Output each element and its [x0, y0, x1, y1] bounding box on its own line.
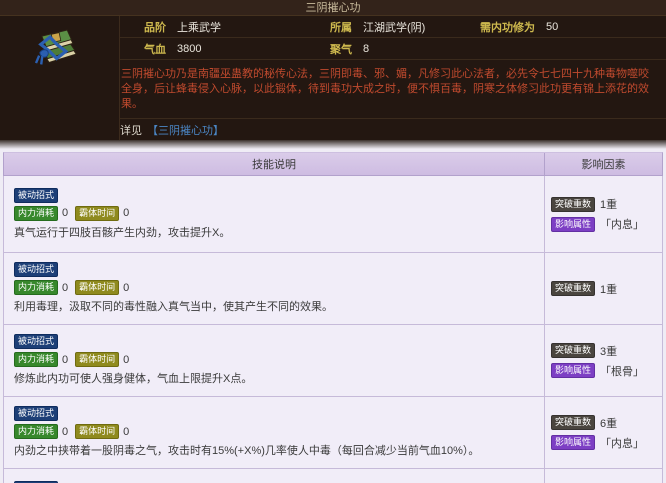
- breakthrough-layer-value: 1重: [600, 283, 618, 296]
- passive-skill-badge: 被动招式: [14, 334, 59, 349]
- inner-force-cost-value: 0: [62, 425, 69, 438]
- info-fields-row-2: 气血 3800 聚气 8: [120, 38, 666, 60]
- passive-skill-badge: 被动招式: [14, 406, 59, 421]
- table-row: 被动招式 内力消耗 0 霸体时间 0 修炼此内功可使人强身健体，气血上限提升X点…: [3, 325, 663, 397]
- table-row: 被动招式 内力消耗 0 霸体时间 0 利用毒理，汲取不同的毒性融入真气当中，使其…: [3, 253, 663, 325]
- wiki-skill-page: 三阴摧心功 品阶 上乘武学 所属 江湖武学(阴) 需内功修为 50 气血 380…: [0, 0, 666, 483]
- skill-effect-text: 利用毒理，汲取不同的毒性融入真气当中，使其产生不同的效果。: [14, 301, 333, 313]
- breakthrough-layer-value: 3重: [600, 345, 618, 358]
- field-qi-gather: 聚气 8: [330, 42, 370, 56]
- passive-skill-badge: 被动招式: [14, 187, 59, 203]
- inner-force-cost-value: 0: [62, 207, 69, 219]
- affected-attribute-badge: 影响属性: [551, 216, 596, 232]
- affected-attribute-badge: 影响属性: [551, 363, 596, 378]
- table-row: 被动招式 内力消耗 0 霸体时间 0 真气运行于四肢百骸产生内劲，攻击提升X。 …: [3, 176, 663, 253]
- inner-force-cost-badge: 内力消耗: [14, 205, 59, 221]
- breakthrough-layer-value: 1重: [600, 199, 618, 211]
- table-row: 被动招式 内力消耗 0 霸体时间 0 内劲之中挟带着一股阴毒之气，攻击时有15%…: [3, 397, 663, 469]
- hyperarmor-time-value: 0: [123, 207, 130, 219]
- header-skill-description: 技能说明: [4, 153, 545, 175]
- skill-lore-description: 三阴摧心功乃是南疆巫蛊教的秘传心法，三阴即毒、邪、媚，凡修习此心法者，必先令七七…: [121, 68, 649, 110]
- header-influence-factors: 影响因素: [581, 159, 626, 171]
- hyperarmor-time-badge: 霸体时间: [75, 280, 120, 295]
- inner-force-cost-value: 0: [62, 353, 69, 366]
- inner-force-cost-badge: 内力消耗: [14, 280, 59, 295]
- breakthrough-layer-badge: 突破重数: [551, 415, 596, 430]
- inner-force-cost-badge: 内力消耗: [14, 424, 59, 439]
- see-also-label: 详见: [120, 124, 142, 137]
- hyperarmor-time-badge: 霸体时间: [75, 424, 120, 439]
- see-also-link[interactable]: 【三阴摧心功】: [147, 122, 224, 138]
- affected-attribute-value: 「根骨」: [600, 365, 645, 378]
- breakthrough-layer-badge: 突破重数: [551, 281, 596, 296]
- hyperarmor-time-value: 0: [123, 281, 130, 294]
- panel-drop-shadow: [0, 140, 666, 149]
- field-grade: 品阶 上乘武学: [144, 21, 221, 34]
- table-header-row: 技能说明 影响因素: [3, 152, 663, 176]
- affected-attribute-badge: 影响属性: [551, 435, 596, 450]
- affected-attribute-value: 「内息」: [600, 437, 645, 450]
- skill-effect-text: 修炼此内功可使人强身健体，气血上限提升X点。: [14, 373, 253, 385]
- skill-table: 技能说明 影响因素 被动招式 内力消耗 0 霸体时间 0 真气运行于四肢百骸产生…: [3, 152, 663, 483]
- skill-effect-text: 内劲之中挟带着一股阴毒之气，攻击时有15%(+X%)几率使人中毒（每回合减少当前…: [14, 445, 480, 457]
- page-title: 三阴摧心功: [0, 0, 666, 16]
- field-category: 所属 江湖武学(阴): [330, 21, 426, 34]
- skill-info-panel: 三阴摧心功 品阶 上乘武学 所属 江湖武学(阴) 需内功修为 50 气血 380…: [0, 0, 666, 140]
- hyperarmor-time-badge: 霸体时间: [75, 205, 120, 221]
- table-row: 被动招式 内力消耗 0 霸体时间 0 常年修炼三阴摧心功使体质变得极为特殊，攻击…: [3, 469, 663, 483]
- skill-icon-column: [0, 16, 119, 140]
- breakthrough-layer-badge: 突破重数: [551, 343, 596, 358]
- info-fields-row-1: 品阶 上乘武学 所属 江湖武学(阴) 需内功修为 50: [120, 16, 666, 38]
- hyperarmor-time-value: 0: [123, 425, 130, 438]
- inner-force-cost-value: 0: [62, 281, 69, 294]
- skill-effect-text: 真气运行于四肢百骸产生内劲，攻击提升X。: [14, 226, 231, 239]
- hyperarmor-time-badge: 霸体时间: [75, 352, 120, 367]
- breakthrough-layer-badge: 突破重数: [551, 196, 596, 212]
- skill-book-icon: [31, 22, 89, 140]
- field-required-neigong: 需内功修为 50: [480, 20, 559, 34]
- hyperarmor-time-value: 0: [123, 353, 130, 366]
- inner-force-cost-badge: 内力消耗: [14, 352, 59, 367]
- passive-skill-badge: 被动招式: [14, 262, 59, 277]
- affected-attribute-value: 「内息」: [600, 219, 645, 231]
- see-also-row: 详见 【三阴摧心功】: [120, 118, 666, 140]
- field-hp: 气血 3800: [144, 42, 202, 56]
- breakthrough-layer-value: 6重: [600, 417, 618, 430]
